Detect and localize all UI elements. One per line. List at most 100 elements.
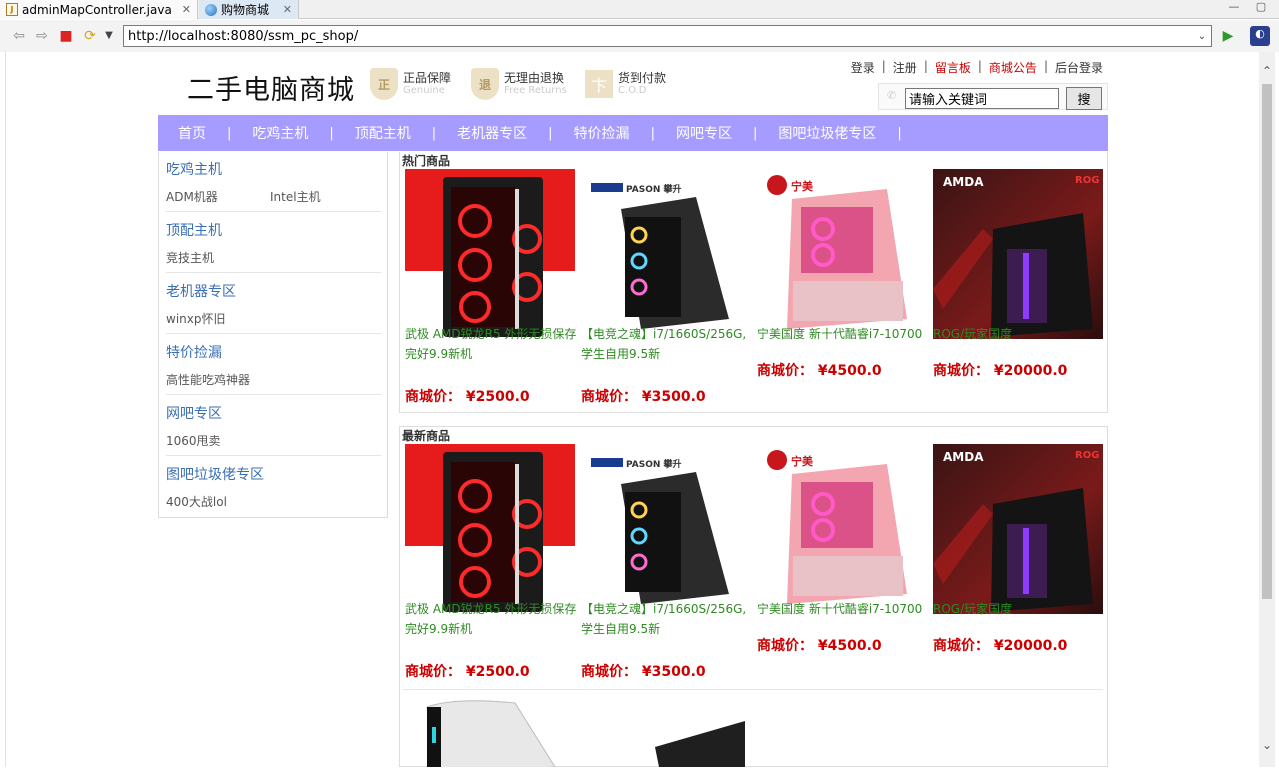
product-image[interactable]: PASON 攀升 xyxy=(581,444,751,614)
nav-internet-cafe[interactable]: 网吧专区 xyxy=(676,123,732,143)
category-block: 特价捡漏 高性能吃鸡神器 xyxy=(166,342,381,395)
product-name[interactable]: 【电竞之魂】i7/1660S/256G,学生自用9.5新 xyxy=(581,599,757,639)
category-title[interactable]: 特价捡漏 xyxy=(166,342,381,362)
shield-icon: 正 xyxy=(370,68,398,100)
brand-logo-text: 宁美 xyxy=(791,180,813,193)
badge-title: 正品保障 xyxy=(403,71,452,85)
category-sidebar: 吃鸡主机 ADM机器 Intel主机 顶配主机 竞技主机 老机器专区 winxp… xyxy=(158,152,388,518)
back-icon[interactable]: ⇦ xyxy=(11,28,27,44)
maximize-icon[interactable]: ▢ xyxy=(1254,0,1268,14)
subcategory-link[interactable]: winxp怀旧 xyxy=(166,310,225,327)
chevron-down-icon[interactable]: ▼ xyxy=(101,28,117,44)
announcement-link[interactable]: 商城公告 xyxy=(989,59,1037,76)
top-links: 登录 | 注册 | 留言板 | 商城公告 | 后台登录 xyxy=(851,59,1103,76)
register-link[interactable]: 注册 xyxy=(893,59,917,76)
nav-old-machines[interactable]: 老机器专区 xyxy=(457,123,527,143)
tab-shop-browser[interactable]: 购物商城 ✕ xyxy=(199,0,299,19)
product-card[interactable] xyxy=(635,717,805,767)
link-separator: | xyxy=(923,59,928,73)
browser-viewport: 二手电脑商城 正 正品保障 Genuine 退 无理由退换 Free Retur… xyxy=(5,52,1259,767)
product-price: 商城价： ¥3500.0 xyxy=(581,389,706,405)
eclipse-icon[interactable]: ◐ xyxy=(1250,26,1270,46)
nav-bargains[interactable]: 特价捡漏 xyxy=(574,123,630,143)
link-separator: | xyxy=(881,59,886,73)
category-title[interactable]: 顶配主机 xyxy=(166,220,381,240)
product-image[interactable] xyxy=(405,697,575,767)
site-logo[interactable]: 二手电脑商城 xyxy=(187,68,355,107)
search-input[interactable] xyxy=(905,88,1059,109)
divider xyxy=(166,211,381,212)
category-block: 顶配主机 竞技主机 xyxy=(166,220,381,273)
shop-page: 二手电脑商城 正 正品保障 Genuine 退 无理由退换 Free Retur… xyxy=(158,52,1108,767)
chevron-down-icon[interactable]: ⌄ xyxy=(1193,31,1211,42)
category-block: 图吧垃圾佬专区 400大战lol xyxy=(166,464,381,509)
close-icon[interactable]: ✕ xyxy=(283,3,292,16)
minimize-icon[interactable]: — xyxy=(1227,0,1241,14)
shield-icon: 退 xyxy=(471,68,499,100)
product-image[interactable]: 宁美 xyxy=(757,444,927,614)
product-name[interactable]: 宁美国度 新十代酷睿i7-10700 xyxy=(757,599,933,619)
forward-icon[interactable]: ⇨ xyxy=(34,28,50,44)
category-title[interactable]: 老机器专区 xyxy=(166,281,381,301)
product-image[interactable]: AMDA ROG xyxy=(933,169,1103,339)
stop-icon[interactable]: ■ xyxy=(58,28,74,44)
product-price: 商城价： ¥4500.0 xyxy=(757,363,882,379)
hot-products-panel: 热门商品 武极 AMD锐龙R5 外形无损保存完好9.9新机 商城价： ¥2500… xyxy=(399,152,1108,413)
product-image[interactable]: PASON 攀升 xyxy=(581,169,751,339)
badge-cod: 卞 货到付款 C.O.D xyxy=(585,66,666,102)
product-image[interactable] xyxy=(635,717,755,767)
product-name[interactable]: ROG/玩家国度 xyxy=(933,599,1109,619)
category-title[interactable]: 图吧垃圾佬专区 xyxy=(166,464,381,484)
admin-login-link[interactable]: 后台登录 xyxy=(1055,59,1103,76)
subcategory-link[interactable]: 400大战lol xyxy=(166,493,227,510)
product-price: 商城价： ¥3500.0 xyxy=(581,664,706,680)
product-card[interactable] xyxy=(405,697,575,767)
brand-logo-text: ROG xyxy=(1075,175,1100,186)
brand-logo-text: PASON 攀升 xyxy=(626,185,682,195)
product-name[interactable]: 武极 AMD锐龙R5 外形无损保存完好9.9新机 xyxy=(405,599,581,639)
product-name[interactable]: 武极 AMD锐龙R5 外形无损保存完好9.9新机 xyxy=(405,324,581,364)
product-image[interactable]: AMDA ROG xyxy=(933,444,1103,614)
refresh-icon[interactable]: ⟳ xyxy=(82,28,98,44)
nav-gaming[interactable]: 吃鸡主机 xyxy=(252,123,308,143)
subcategory-link[interactable]: ADM机器 xyxy=(166,188,218,205)
product-image[interactable]: 宁美 xyxy=(757,169,927,339)
product-name[interactable]: 宁美国度 新十代酷睿i7-10700 xyxy=(757,324,933,344)
category-title[interactable]: 吃鸡主机 xyxy=(166,159,381,179)
subcategory-link[interactable]: 竞技主机 xyxy=(166,249,214,266)
product-name[interactable]: ROG/玩家国度 xyxy=(933,324,1109,344)
nav-separator: | xyxy=(329,125,334,141)
tab-admin-map-controller[interactable]: J adminMapController.java ✕ xyxy=(0,0,198,19)
search-button[interactable]: 搜 xyxy=(1066,87,1102,110)
subcategory-link[interactable]: 1060甩卖 xyxy=(166,432,221,449)
scrollbar-thumb[interactable] xyxy=(1262,84,1272,599)
product-image[interactable] xyxy=(405,169,575,339)
brand-logo-text: AMDA xyxy=(943,450,984,464)
login-link[interactable]: 登录 xyxy=(851,59,875,76)
product-price: 商城价： ¥2500.0 xyxy=(405,389,530,405)
product-name[interactable]: 【电竞之魂】i7/1660S/256G,学生自用9.5新 xyxy=(581,324,757,364)
category-title[interactable]: 网吧专区 xyxy=(166,403,381,423)
tab-label: adminMapController.java xyxy=(22,2,172,17)
nav-junk-zone[interactable]: 图吧垃圾佬专区 xyxy=(778,123,876,143)
new-products-panel: 最新商品 武极 AMD锐龙R5 外形无损保存完好9.9新机 商城价： ¥2500… xyxy=(399,426,1108,767)
scroll-down-icon[interactable]: ⌄ xyxy=(1259,738,1275,754)
nav-high-end[interactable]: 顶配主机 xyxy=(355,123,411,143)
close-icon[interactable]: ✕ xyxy=(182,3,191,16)
browser-toolbar: ⇦ ⇨ ■ ⟳ ▼ http://localhost:8080/ssm_pc_s… xyxy=(0,20,1279,52)
url-bar[interactable]: http://localhost:8080/ssm_pc_shop/ ⌄ xyxy=(123,25,1212,47)
nav-separator: | xyxy=(227,125,232,141)
product-price: 商城价： ¥4500.0 xyxy=(757,638,882,654)
divider xyxy=(166,333,381,334)
message-board-link[interactable]: 留言板 xyxy=(935,59,971,76)
nav-home[interactable]: 首页 xyxy=(178,123,206,143)
badge-subtitle: Genuine xyxy=(403,85,445,96)
subcategory-link[interactable]: Intel主机 xyxy=(270,188,321,205)
subcategory-link[interactable]: 高性能吃鸡神器 xyxy=(166,371,250,388)
product-image[interactable] xyxy=(405,444,575,614)
phone-icon: ✆ xyxy=(887,89,897,102)
page-scrollbar[interactable]: ⌃ ⌄ xyxy=(1259,52,1275,767)
scroll-up-icon[interactable]: ⌃ xyxy=(1259,64,1275,80)
brand-logo-text: ROG xyxy=(1075,450,1100,461)
go-icon[interactable]: ▶ xyxy=(1220,28,1236,44)
